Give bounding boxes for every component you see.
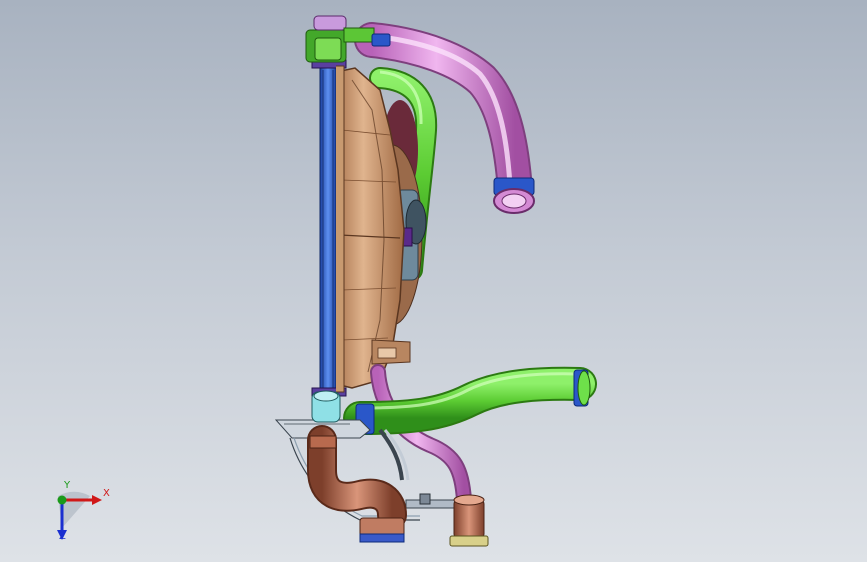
radiator-core[interactable] — [311, 59, 347, 397]
y-axis-dot — [57, 495, 67, 505]
radiator-assembly-model[interactable] — [0, 0, 867, 562]
coordinate-triad: X Y Z — [40, 478, 120, 548]
lower-hose[interactable] — [343, 366, 597, 435]
outlet-fitting[interactable] — [449, 494, 489, 547]
z-axis-label: Z — [59, 531, 66, 542]
outlet-pipe[interactable] — [307, 425, 407, 543]
cad-viewport[interactable]: X Y Z — [0, 0, 867, 562]
x-axis-label: X — [103, 488, 110, 499]
y-axis-label: Y — [64, 480, 71, 491]
upper-hose-outlet[interactable] — [493, 177, 535, 214]
